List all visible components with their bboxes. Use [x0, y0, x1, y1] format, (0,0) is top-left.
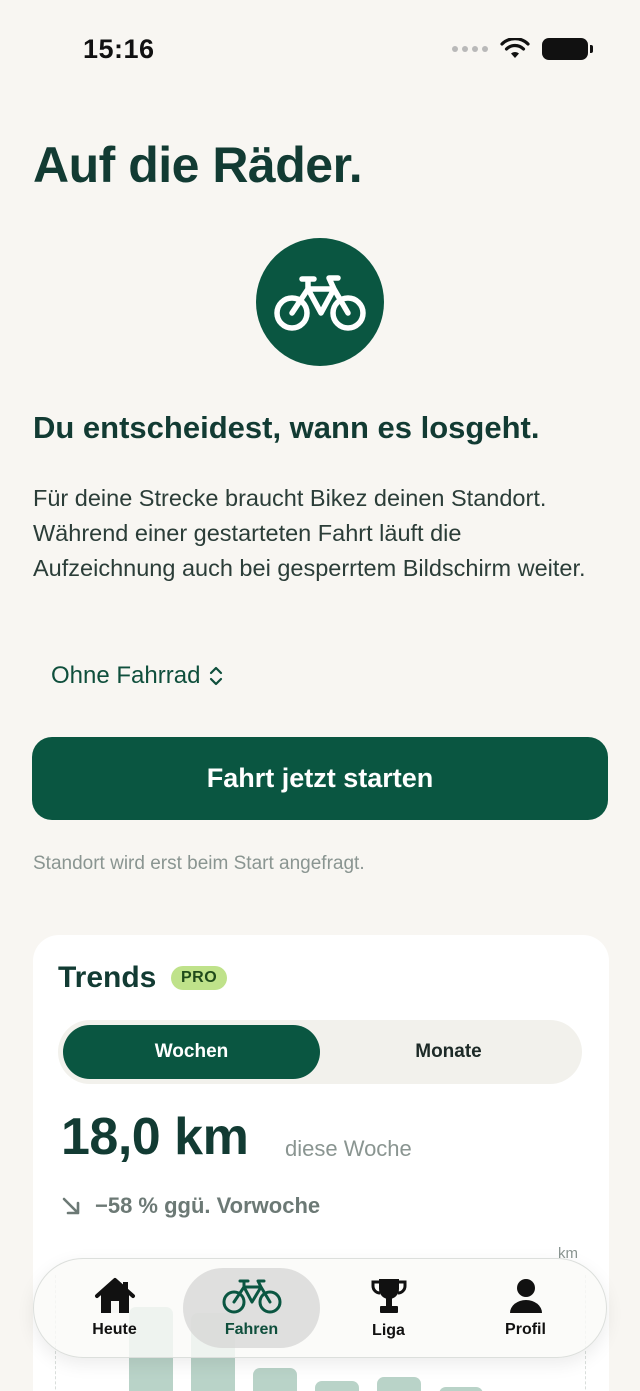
tab-profil[interactable]: Profil — [457, 1268, 594, 1348]
page-title: Auf die Räder. — [33, 137, 363, 193]
tab-liga[interactable]: Liga — [320, 1268, 457, 1348]
chart-bar — [253, 1368, 297, 1391]
headline: Du entscheidest, wann es losgeht. — [33, 410, 540, 445]
bike-picker[interactable]: Ohne Fahrrad — [51, 662, 224, 690]
trophy-icon — [371, 1279, 406, 1313]
location-explanation-text: Für deine Strecke braucht Bikez deinen S… — [33, 485, 586, 581]
battery-icon — [542, 38, 593, 60]
chart-bar — [439, 1387, 483, 1391]
cellular-signal-icon — [452, 46, 488, 52]
tab-heute-label: Heute — [92, 1321, 137, 1338]
chart-bar — [377, 1377, 421, 1391]
tab-fahren-label: Fahren — [224, 1321, 279, 1338]
person-icon — [509, 1279, 542, 1313]
weekly-delta-text: −58 % ggü. Vorwoche — [95, 1193, 321, 1218]
tab-profil-label: Profil — [505, 1321, 546, 1338]
arrow-down-right-icon — [62, 1197, 80, 1215]
trends-title: Trends — [58, 961, 157, 994]
tab-fahren[interactable]: Fahren — [183, 1268, 320, 1348]
tab-heute[interactable]: Heute — [46, 1268, 183, 1348]
location-hint: Standort wird erst beim Start angefragt. — [33, 853, 365, 874]
period-segmented-control: Wochen Monate — [58, 1020, 582, 1084]
chevron-up-down-icon — [210, 666, 223, 686]
segment-months[interactable]: Monate — [320, 1025, 577, 1079]
tab-bar: Heute Fahren Liga Profil — [33, 1258, 607, 1358]
segment-weeks[interactable]: Wochen — [63, 1025, 320, 1079]
bike-picker-label: Ohne Fahrrad — [51, 662, 201, 689]
weekly-distance-value: 18,0 km — [61, 1108, 249, 1166]
bicycle-hero-icon — [256, 238, 384, 366]
status-icons — [452, 38, 593, 60]
weekly-distance-caption: diese Woche — [285, 1136, 412, 1161]
pro-badge: PRO — [171, 966, 228, 990]
weekly-delta: −58 % ggü. Vorwoche — [61, 1193, 320, 1219]
house-icon — [94, 1278, 135, 1313]
status-bar: 15:16 — [0, 0, 640, 100]
start-ride-button[interactable]: Fahrt jetzt starten — [32, 737, 608, 820]
chart-bar — [315, 1381, 359, 1391]
status-time: 15:16 — [83, 34, 155, 64]
bicycle-icon — [222, 1279, 281, 1314]
wifi-icon — [500, 38, 530, 58]
tab-liga-label: Liga — [372, 1322, 405, 1339]
